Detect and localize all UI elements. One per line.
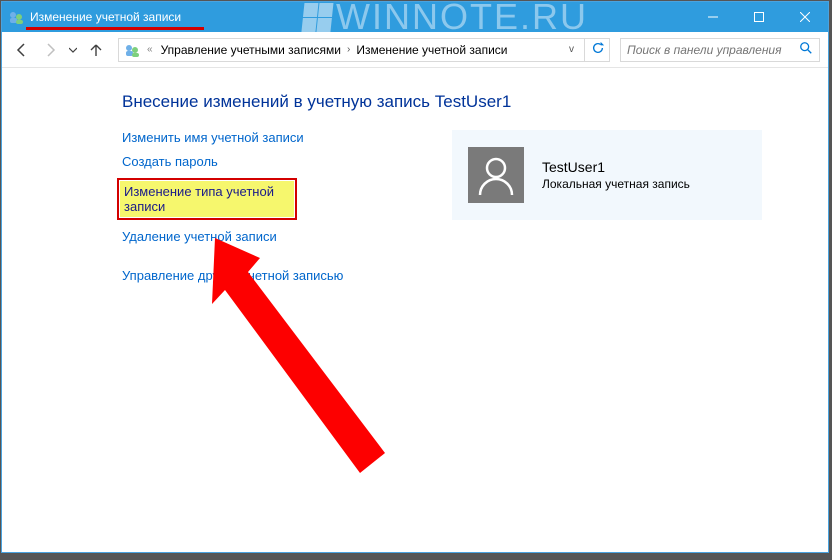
chevron-right-icon: › xyxy=(345,44,352,55)
titlebar: Изменение учетной записи WINNOTE.RU xyxy=(2,2,828,32)
user-account-type: Локальная учетная запись xyxy=(542,177,690,191)
action-links: Изменить имя учетной записи Создать паро… xyxy=(122,130,412,283)
breadcrumb-level-2[interactable]: Изменение учетной записи xyxy=(354,43,509,57)
control-panel-window: Изменение учетной записи WINNOTE.RU xyxy=(1,1,829,553)
search-box[interactable] xyxy=(620,38,820,62)
back-button[interactable] xyxy=(10,38,34,62)
recent-locations-button[interactable] xyxy=(66,38,80,62)
search-icon[interactable] xyxy=(799,41,813,58)
breadcrumb-bar[interactable]: « Управление учетными записями › Изменен… xyxy=(118,38,610,62)
annotation-title-underline xyxy=(26,27,204,30)
link-manage-another-account[interactable]: Управление другой учетной записью xyxy=(122,268,412,283)
user-accounts-icon xyxy=(123,41,141,59)
link-change-account-type[interactable]: Изменение типа учетной записи xyxy=(120,181,294,217)
breadcrumb-level-1[interactable]: Управление учетными записями xyxy=(159,43,343,57)
navigation-bar: « Управление учетными записями › Изменен… xyxy=(2,32,828,68)
caption-buttons xyxy=(690,2,828,32)
user-info: TestUser1 Локальная учетная запись xyxy=(542,159,690,191)
breadcrumb-prefix: « xyxy=(143,44,157,55)
link-delete-account[interactable]: Удаление учетной записи xyxy=(122,229,412,244)
minimize-button[interactable] xyxy=(690,2,736,32)
window-title: Изменение учетной записи xyxy=(30,10,181,24)
link-rename-account[interactable]: Изменить имя учетной записи xyxy=(122,130,412,145)
content-area: Внесение изменений в учетную запись Test… xyxy=(2,68,828,552)
link-create-password[interactable]: Создать пароль xyxy=(122,154,412,169)
user-card: TestUser1 Локальная учетная запись xyxy=(452,130,762,220)
chevron-down-icon[interactable]: v xyxy=(565,44,578,55)
search-input[interactable] xyxy=(627,43,799,57)
refresh-button[interactable] xyxy=(591,41,605,58)
user-name: TestUser1 xyxy=(542,159,690,175)
forward-button[interactable] xyxy=(38,38,62,62)
avatar xyxy=(468,147,524,203)
up-button[interactable] xyxy=(84,38,108,62)
page-title: Внесение изменений в учетную запись Test… xyxy=(122,92,798,112)
user-accounts-icon xyxy=(8,9,24,25)
annotation-highlight-box: Изменение типа учетной записи xyxy=(117,178,297,220)
maximize-button[interactable] xyxy=(736,2,782,32)
close-button[interactable] xyxy=(782,2,828,32)
